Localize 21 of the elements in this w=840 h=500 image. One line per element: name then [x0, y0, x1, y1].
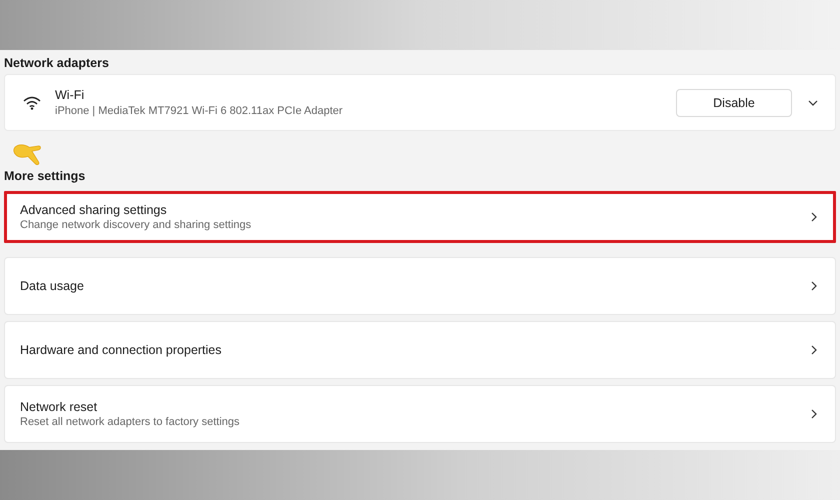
- adapter-name: Wi-Fi: [55, 88, 86, 102]
- row-subtitle: Reset all network adapters to factory settings: [20, 416, 240, 428]
- row-title: Hardware and connection properties: [20, 343, 223, 357]
- section-heading: More settings: [4, 169, 86, 185]
- row-title: Advanced sharing settings: [20, 203, 168, 217]
- section-heading: Network adapters: [4, 55, 110, 72]
- settings-row[interactable]: Hardware and connection properties: [4, 321, 836, 379]
- chevron-right-icon: [809, 281, 819, 291]
- adapter-description: iPhone | MediaTek MT7921 Wi-Fi 6 802.11ax PCIe Adapter: [55, 105, 344, 117]
- chevron-down-icon: [808, 98, 818, 108]
- settings-row[interactable]: Network reset Reset all network adapters to factory settings: [4, 385, 836, 443]
- row-subtitle: Change network discovery and sharing settings: [20, 219, 252, 231]
- settings-row[interactable]: Advanced sharing settings Change network discovery and sharing settings: [4, 191, 836, 243]
- chevron-right-icon: [809, 345, 819, 355]
- row-title: Data usage: [20, 279, 85, 293]
- disable-button[interactable]: Disable: [676, 88, 792, 116]
- row-title: Network reset: [20, 400, 98, 414]
- settings-row[interactable]: Data usage: [4, 257, 836, 315]
- chevron-right-icon: [809, 212, 819, 222]
- wifi-icon: [23, 96, 41, 110]
- chevron-right-icon: [809, 409, 819, 419]
